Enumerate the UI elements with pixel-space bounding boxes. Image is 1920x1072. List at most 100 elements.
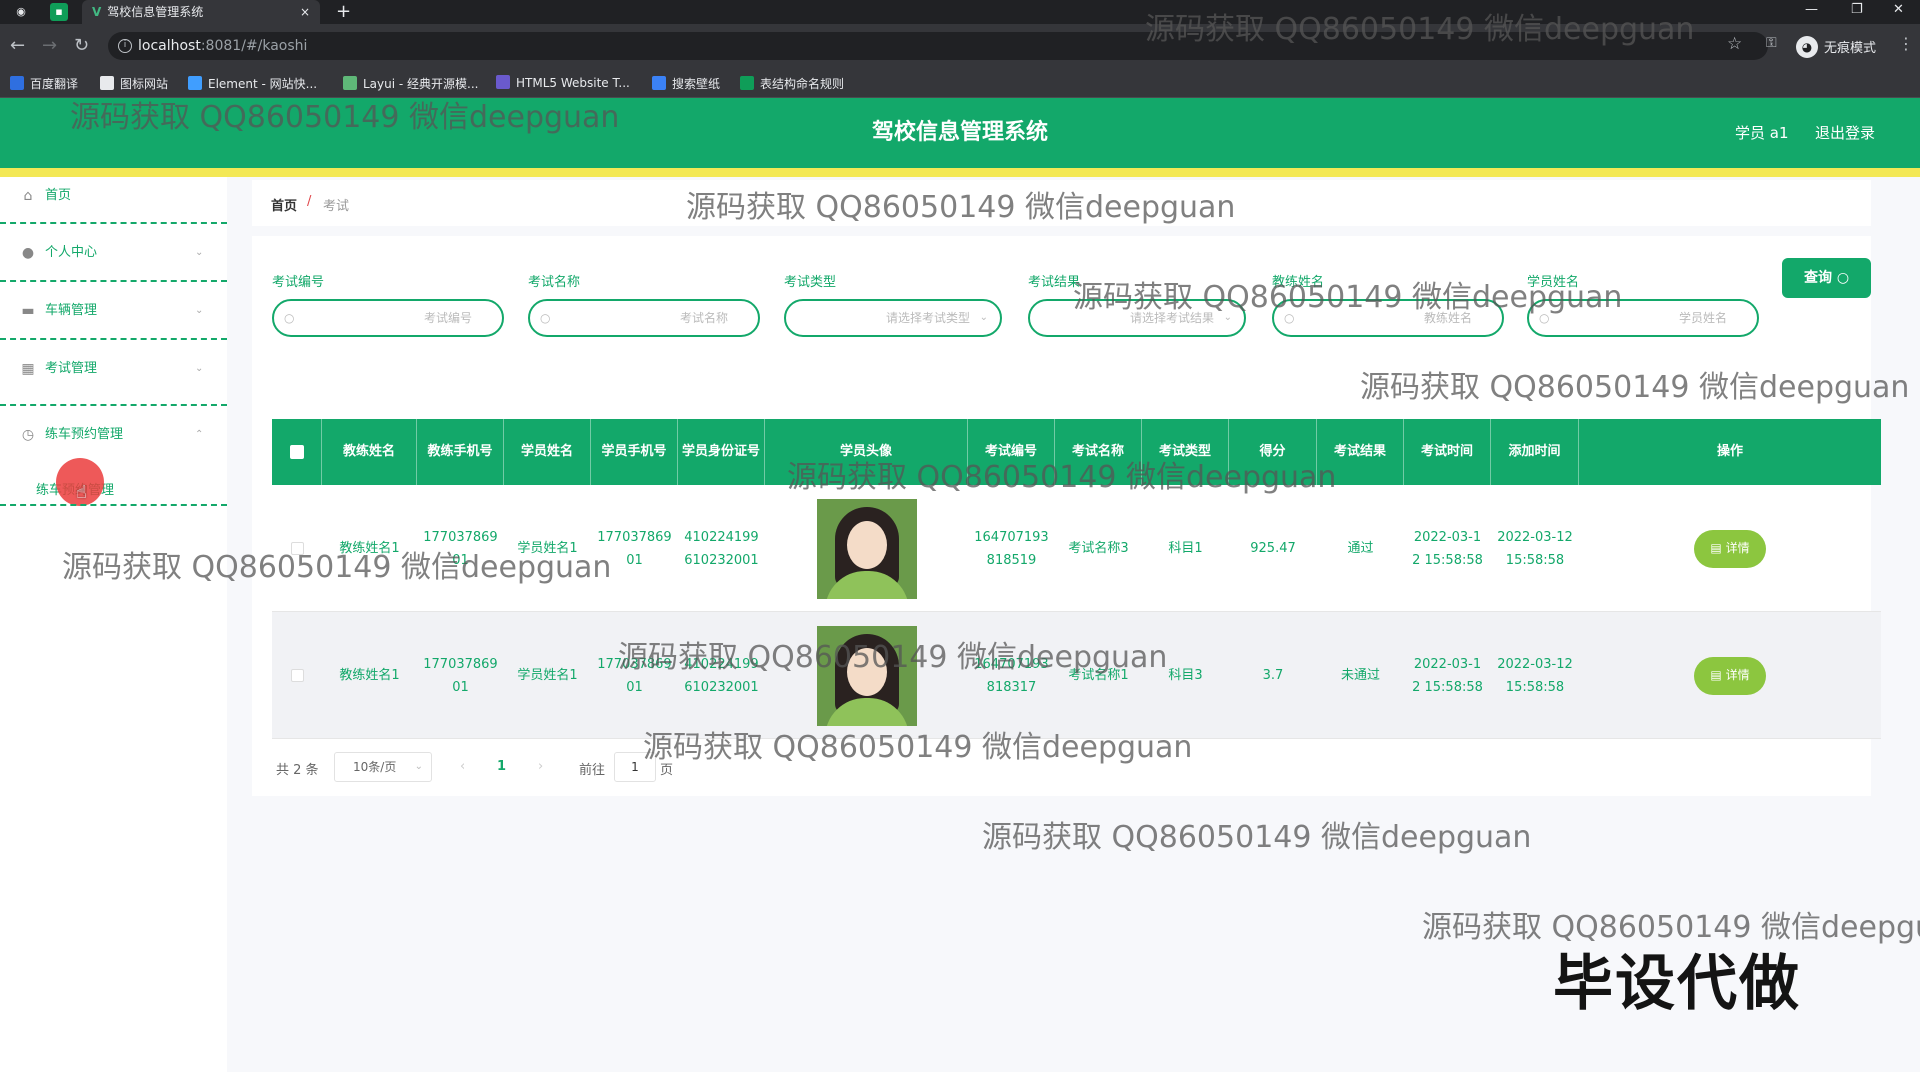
watermark: 源码获取 QQ86050149 微信deepguan: [618, 640, 1168, 675]
cell-actions: ▤ 详情: [1579, 612, 1881, 739]
chevron-down-icon: ⌄: [414, 761, 423, 772]
column-header: 学员身份证号: [678, 419, 765, 485]
filter-label-exam-no: 考试编号: [272, 275, 325, 290]
clock-icon: ◷: [21, 427, 35, 443]
next-page-icon[interactable]: ›: [538, 759, 543, 774]
cell-score: 3.7: [1262, 668, 1284, 683]
bookmark-item[interactable]: 表结构命名规则: [740, 75, 844, 92]
document-icon: ▤: [1710, 541, 1722, 555]
chevron-down-icon: ⌄: [195, 363, 204, 374]
search-icon: ○: [284, 311, 295, 325]
page-number[interactable]: 1: [497, 759, 506, 774]
column-header: 操作: [1716, 444, 1743, 459]
new-tab-button[interactable]: +: [336, 0, 351, 24]
current-user: 学员 a1: [1735, 124, 1789, 142]
grid-icon: ▦: [21, 361, 35, 377]
tab-favicon-icon: ▪: [50, 3, 68, 21]
select-all-checkbox[interactable]: [289, 445, 304, 459]
user-icon: ●: [21, 245, 35, 261]
window-close-icon[interactable]: ✕: [1893, 0, 1904, 20]
detail-label: 详情: [1725, 541, 1750, 555]
breadcrumb-home[interactable]: 首页: [271, 195, 297, 214]
watermark: 源码获取 QQ86050149 微信deepguan: [62, 550, 612, 585]
detail-button[interactable]: ▤ 详情: [1694, 656, 1766, 695]
browser-tab[interactable]: V 驾校信息管理系统 ×: [82, 0, 320, 24]
detail-label: 详情: [1725, 668, 1750, 682]
watermark: 源码获取 QQ86050149 微信deepguan: [686, 190, 1236, 225]
reload-icon[interactable]: ↻: [74, 34, 89, 58]
incognito-label: 无痕模式: [1824, 41, 1877, 56]
bookmark-item[interactable]: Element - 网站快...: [188, 75, 317, 92]
tab-title: 驾校信息管理系统: [107, 5, 204, 19]
watermark: 源码获取 QQ86050149 微信deepguan: [1073, 280, 1623, 315]
bookmark-label: Element - 网站快...: [208, 77, 318, 91]
column-header: 学员手机号: [591, 419, 678, 485]
breadcrumb-separator: /: [307, 194, 312, 209]
watermark: 源码获取 QQ86050149 微信deepguan: [70, 100, 620, 135]
hand-cursor-icon: ☝: [76, 482, 87, 503]
bookmark-star-icon[interactable]: ☆: [1727, 34, 1742, 54]
query-button[interactable]: 查询 ○: [1782, 258, 1871, 298]
cell-exam-no: 164707193818519: [974, 529, 1049, 568]
minimize-icon[interactable]: —: [1805, 0, 1818, 20]
tab-close-icon[interactable]: ×: [300, 0, 310, 24]
sidebar-item-label: 练车预约管理: [45, 427, 124, 442]
exam-type-select[interactable]: 请选择考试类型 ⌄: [784, 299, 1002, 337]
pagination-total: 共 2 条: [276, 763, 319, 778]
input-placeholder: 学员姓名: [1678, 311, 1727, 325]
search-icon: ○: [1836, 270, 1850, 286]
bookmark-item[interactable]: HTML5 Website T...: [496, 75, 630, 90]
bookmark-label: HTML5 Website T...: [516, 76, 630, 90]
cell-actions: ▤ 详情: [1579, 485, 1881, 612]
chevron-up-icon: ⌃: [195, 429, 204, 440]
prev-page-icon[interactable]: ‹: [460, 759, 465, 774]
cell-add-time: 2022-03-12 15:58:58: [1497, 656, 1573, 695]
row-checkbox[interactable]: [290, 669, 304, 682]
incognito-icon[interactable]: ◕: [1796, 36, 1818, 58]
page-size-select[interactable]: 10条/页 ⌄: [334, 752, 432, 782]
column-header: 学员姓名: [504, 419, 591, 485]
cell-result: 未通过: [1340, 668, 1380, 683]
cell-result: 通过: [1347, 541, 1374, 556]
url-host: localhost: [138, 38, 201, 54]
goto-label: 前往: [579, 763, 606, 778]
sidebar-divider: [0, 504, 227, 506]
cell-student-name: 学员姓名1: [517, 668, 578, 683]
column-header: 教练手机号: [417, 419, 504, 485]
document-icon: ▤: [1710, 668, 1722, 682]
bookmark-item[interactable]: Layui - 经典开源模...: [343, 75, 478, 92]
site-info-icon[interactable]: i: [118, 39, 132, 53]
sidebar-divider: [0, 404, 227, 406]
cell-exam-time: 2022-03-12 15:58:58: [1412, 656, 1483, 695]
element-icon: [188, 76, 202, 90]
key-icon[interactable]: ⚿: [1766, 35, 1777, 51]
exam-name-input[interactable]: ○ 考试名称: [528, 299, 760, 337]
header-stripe: [0, 168, 1920, 177]
browser-menu-dots-icon[interactable]: ⋮: [1898, 34, 1914, 53]
watermark: 源码获取 QQ86050149 微信deepguan: [1360, 370, 1910, 405]
bookmark-item[interactable]: 百度翻译: [10, 75, 78, 92]
restore-icon[interactable]: ❐: [1851, 0, 1863, 20]
bookmark-item[interactable]: 图标网站: [100, 75, 168, 92]
chevron-down-icon: ⌄: [195, 247, 204, 258]
url-path: :8081/#/kaoshi: [200, 38, 308, 54]
html5-icon: [496, 75, 510, 89]
detail-button[interactable]: ▤ 详情: [1694, 529, 1766, 568]
sidebar-item-label: 首页: [45, 188, 72, 203]
browser-menu-icon[interactable]: ◉: [12, 3, 30, 21]
exam-no-input[interactable]: ○ 考试编号: [272, 299, 504, 337]
sidebar-divider: [0, 222, 227, 224]
bookmark-item[interactable]: 搜索壁纸: [652, 75, 720, 92]
sheet-icon: [740, 76, 754, 90]
watermark: 源码获取 QQ86050149 微信deepguan: [643, 730, 1193, 765]
page-size-value: 10条/页: [353, 760, 397, 774]
back-icon[interactable]: ←: [10, 34, 25, 58]
cell-score: 925.47: [1250, 541, 1296, 556]
forward-icon[interactable]: →: [42, 34, 57, 58]
cell-exam-type: 科目1: [1168, 541, 1203, 556]
cell-exam-time: 2022-03-12 15:58:58: [1412, 529, 1483, 568]
cell-coach-name: 教练姓名1: [339, 668, 400, 683]
promo-stamp: 毕设代做: [1553, 949, 1801, 1019]
logout-link[interactable]: 退出登录: [1815, 122, 1875, 143]
column-header: 教练姓名: [322, 419, 417, 485]
